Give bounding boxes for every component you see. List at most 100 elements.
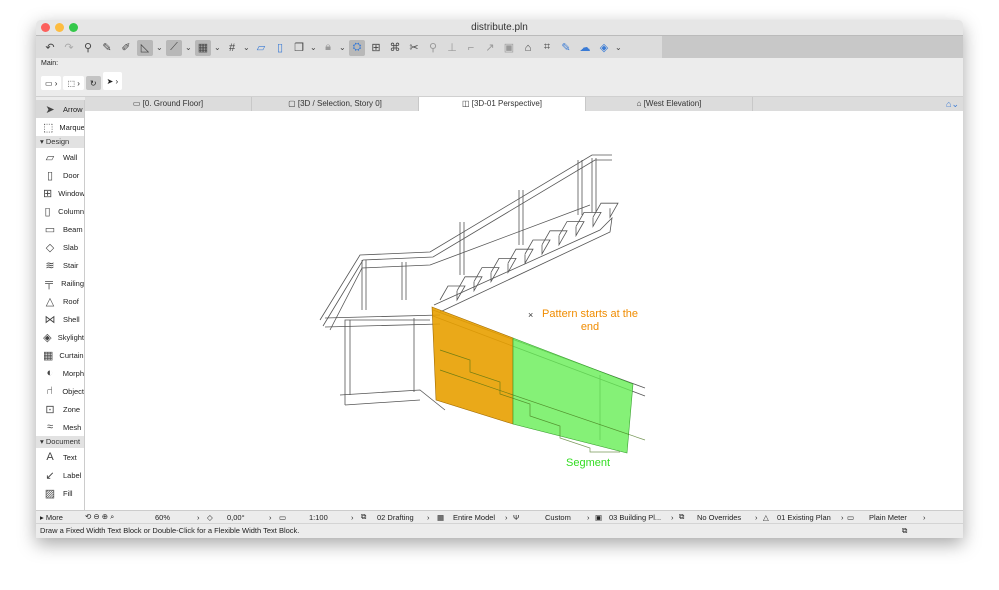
sidebar-item-label: Column [58,206,84,216]
door-icon: ▯ [46,169,54,182]
split-icon[interactable]: ✂ [406,40,422,56]
layer-combo-value[interactable]: 02 Drafting [377,513,427,522]
dimension-icon[interactable]: ⊞ [368,40,384,56]
sidebar-item-marquee[interactable]: ⬚ Marquee [36,118,84,136]
sidebar-item-label: Marquee [59,122,85,132]
lock-icon[interactable]: 🔒︎ [320,40,336,56]
intersect-icon[interactable]: ⌘ [387,40,403,56]
inject-icon[interactable]: ✐ [118,40,134,56]
3d-viewport[interactable]: × Pattern starts at the end Segment [85,111,963,510]
stair-step [507,248,534,265]
model-view-value[interactable]: Entire Model [453,513,505,522]
sidebar-item-roof[interactable]: △ Roof [36,292,84,310]
sidebar-item-morph[interactable]: ◐ Morph [36,364,84,382]
marquee-select-button[interactable]: ⬚ › [63,76,84,90]
cloud-icon[interactable]: ☁ [577,40,593,56]
sidebar-item-door[interactable]: ▯ Door [36,166,84,184]
chevron-down-icon[interactable]: ⌄ [310,43,317,52]
redo-icon[interactable]: ↷ [61,40,77,56]
chevron-down-icon[interactable]: ⌄ [214,43,221,52]
tab-west-elevation[interactable]: ⌂ [West Elevation] [586,97,753,111]
sidebar-item-column[interactable]: ▯ Column [36,202,84,220]
chevron-down-icon[interactable]: ⌄ [243,43,250,52]
sidebar-item-arrow[interactable]: ➤ Arrow [36,100,84,118]
arrow-icon: ➤ [45,103,55,116]
pen-set-value[interactable]: Custom [545,513,587,522]
sidebar-group-document[interactable]: ▾ Document [36,436,84,448]
sidebar-item-zone[interactable]: ⊡ Zone [36,400,84,418]
sidebar-item-object[interactable]: ⑁ Object [36,382,84,400]
layer-icon[interactable]: ❐ [291,40,307,56]
sidebar-item-slab[interactable]: ◇ Slab [36,238,84,256]
house-icon[interactable]: ⌂ [520,40,536,56]
rotate-button[interactable]: ↻ [85,76,101,90]
minimize-button[interactable] [55,23,64,32]
zoom-button[interactable] [69,23,78,32]
dimension-value[interactable]: Plain Meter [869,513,923,522]
elevate-icon[interactable]: ⊥ [444,40,460,56]
close-button[interactable] [41,23,50,32]
sidebar-item-curtain-wall[interactable]: ▦ Curtain Wall [36,346,84,364]
tab-ground-floor[interactable]: ▭ [0. Ground Floor] [85,97,252,111]
view-tabs: ▭ [0. Ground Floor] ▢ [3D / Selection, S… [85,97,963,111]
fillet-icon[interactable]: ⌐ [463,40,479,56]
group-icon[interactable]: ⌗ [539,40,555,56]
angle-value[interactable]: 0,00° [221,513,269,522]
tab-3d-perspective[interactable]: ◫ [3D-01 Perspective] [419,97,586,111]
elevation-icon: ⌂ [636,99,644,108]
zoom-controls[interactable]: ⟲ ⊖ ⊕ ⌕ [85,512,155,522]
sidebar-item-railing[interactable]: ╤ Railing [36,274,84,292]
sidebar-item-skylight[interactable]: ◈ Skylight [36,328,84,346]
scale-value[interactable]: 1:100 [309,513,351,522]
chevron-down-icon[interactable]: ⌄ [339,43,346,52]
undo-icon[interactable]: ↶ [42,40,58,56]
sidebar-item-label: Curtain Wall [59,350,84,360]
sidebar-item-label: Shell [63,314,80,324]
sidebar-item-fill[interactable]: ▨ Fill [36,484,84,502]
sidebar-item-shell[interactable]: ⋈ Shell [36,310,84,328]
find-select-icon[interactable]: ⚲ [80,40,96,56]
slanted-plane-icon[interactable]: ▱ [253,40,269,56]
sidebar-item-label[interactable]: ↙ Label [36,466,84,484]
edit-icon[interactable]: ✎ [558,40,574,56]
sidebar-item-window[interactable]: ⊞ Window [36,184,84,202]
layer-combo-icon: ⧉ [361,512,367,521]
navigator-icon[interactable]: ⌂⌄ [946,97,959,111]
view-map-icon: ▣ [595,512,603,522]
cube-icon: ▢ [288,99,298,108]
render-icon[interactable]: ◈ [596,40,612,56]
sidebar-item-text[interactable]: A Text [36,448,84,466]
trace-icon[interactable]: ⛭ [349,39,365,56]
sidebar-item-wall[interactable]: ▱ Wall [36,148,84,166]
view-value[interactable]: 03 Building Pl... [609,513,671,522]
sidebar-item-beam[interactable]: ▭ Beam [36,220,84,238]
element-select-button[interactable]: ▭ › [41,76,62,90]
grid-snap-icon[interactable]: ▦ [195,39,211,56]
annotation-pattern-start: Pattern starts at the end [542,308,638,333]
chevron-down-icon[interactable]: ⌄ [185,43,192,52]
pen-set-icon: Ψ [513,512,520,522]
renovation-value[interactable]: 01 Existing Plan [777,513,841,522]
window-icon[interactable]: ⧉ [902,524,907,538]
label-icon: ↙ [45,469,55,482]
more-button[interactable]: ▸ More [36,513,85,522]
zoom-value[interactable]: 60% [155,513,197,522]
guide-line-icon[interactable]: ◺ [137,39,153,56]
adjust-icon[interactable]: ⚲ [425,40,441,56]
main-label: Main: [41,60,59,67]
sidebar-item-mesh[interactable]: ≈ Mesh [36,418,84,436]
vertical-plane-icon[interactable]: ▯ [272,40,288,56]
tab-3d-selection[interactable]: ▢ [3D / Selection, Story 0] [252,97,419,111]
snap-guide-icon[interactable]: ⟋ [166,39,182,56]
chevron-down-icon[interactable]: ⌄ [615,43,622,52]
grid-icon[interactable]: # [224,40,240,56]
override-value[interactable]: No Overrides [697,513,755,522]
curve-icon[interactable]: ↗ [482,40,498,56]
pick-up-icon[interactable]: ✎ [99,40,115,56]
resize-icon[interactable]: ▣ [501,40,517,56]
sidebar-item-stair[interactable]: ≋ Stair [36,256,84,274]
sidebar-item-label: Railing [61,278,84,288]
sidebar-group-design[interactable]: ▾ Design [36,136,84,148]
chevron-down-icon[interactable]: ⌄ [156,43,163,52]
arrow-tool-button[interactable]: ➤ › [102,72,123,90]
